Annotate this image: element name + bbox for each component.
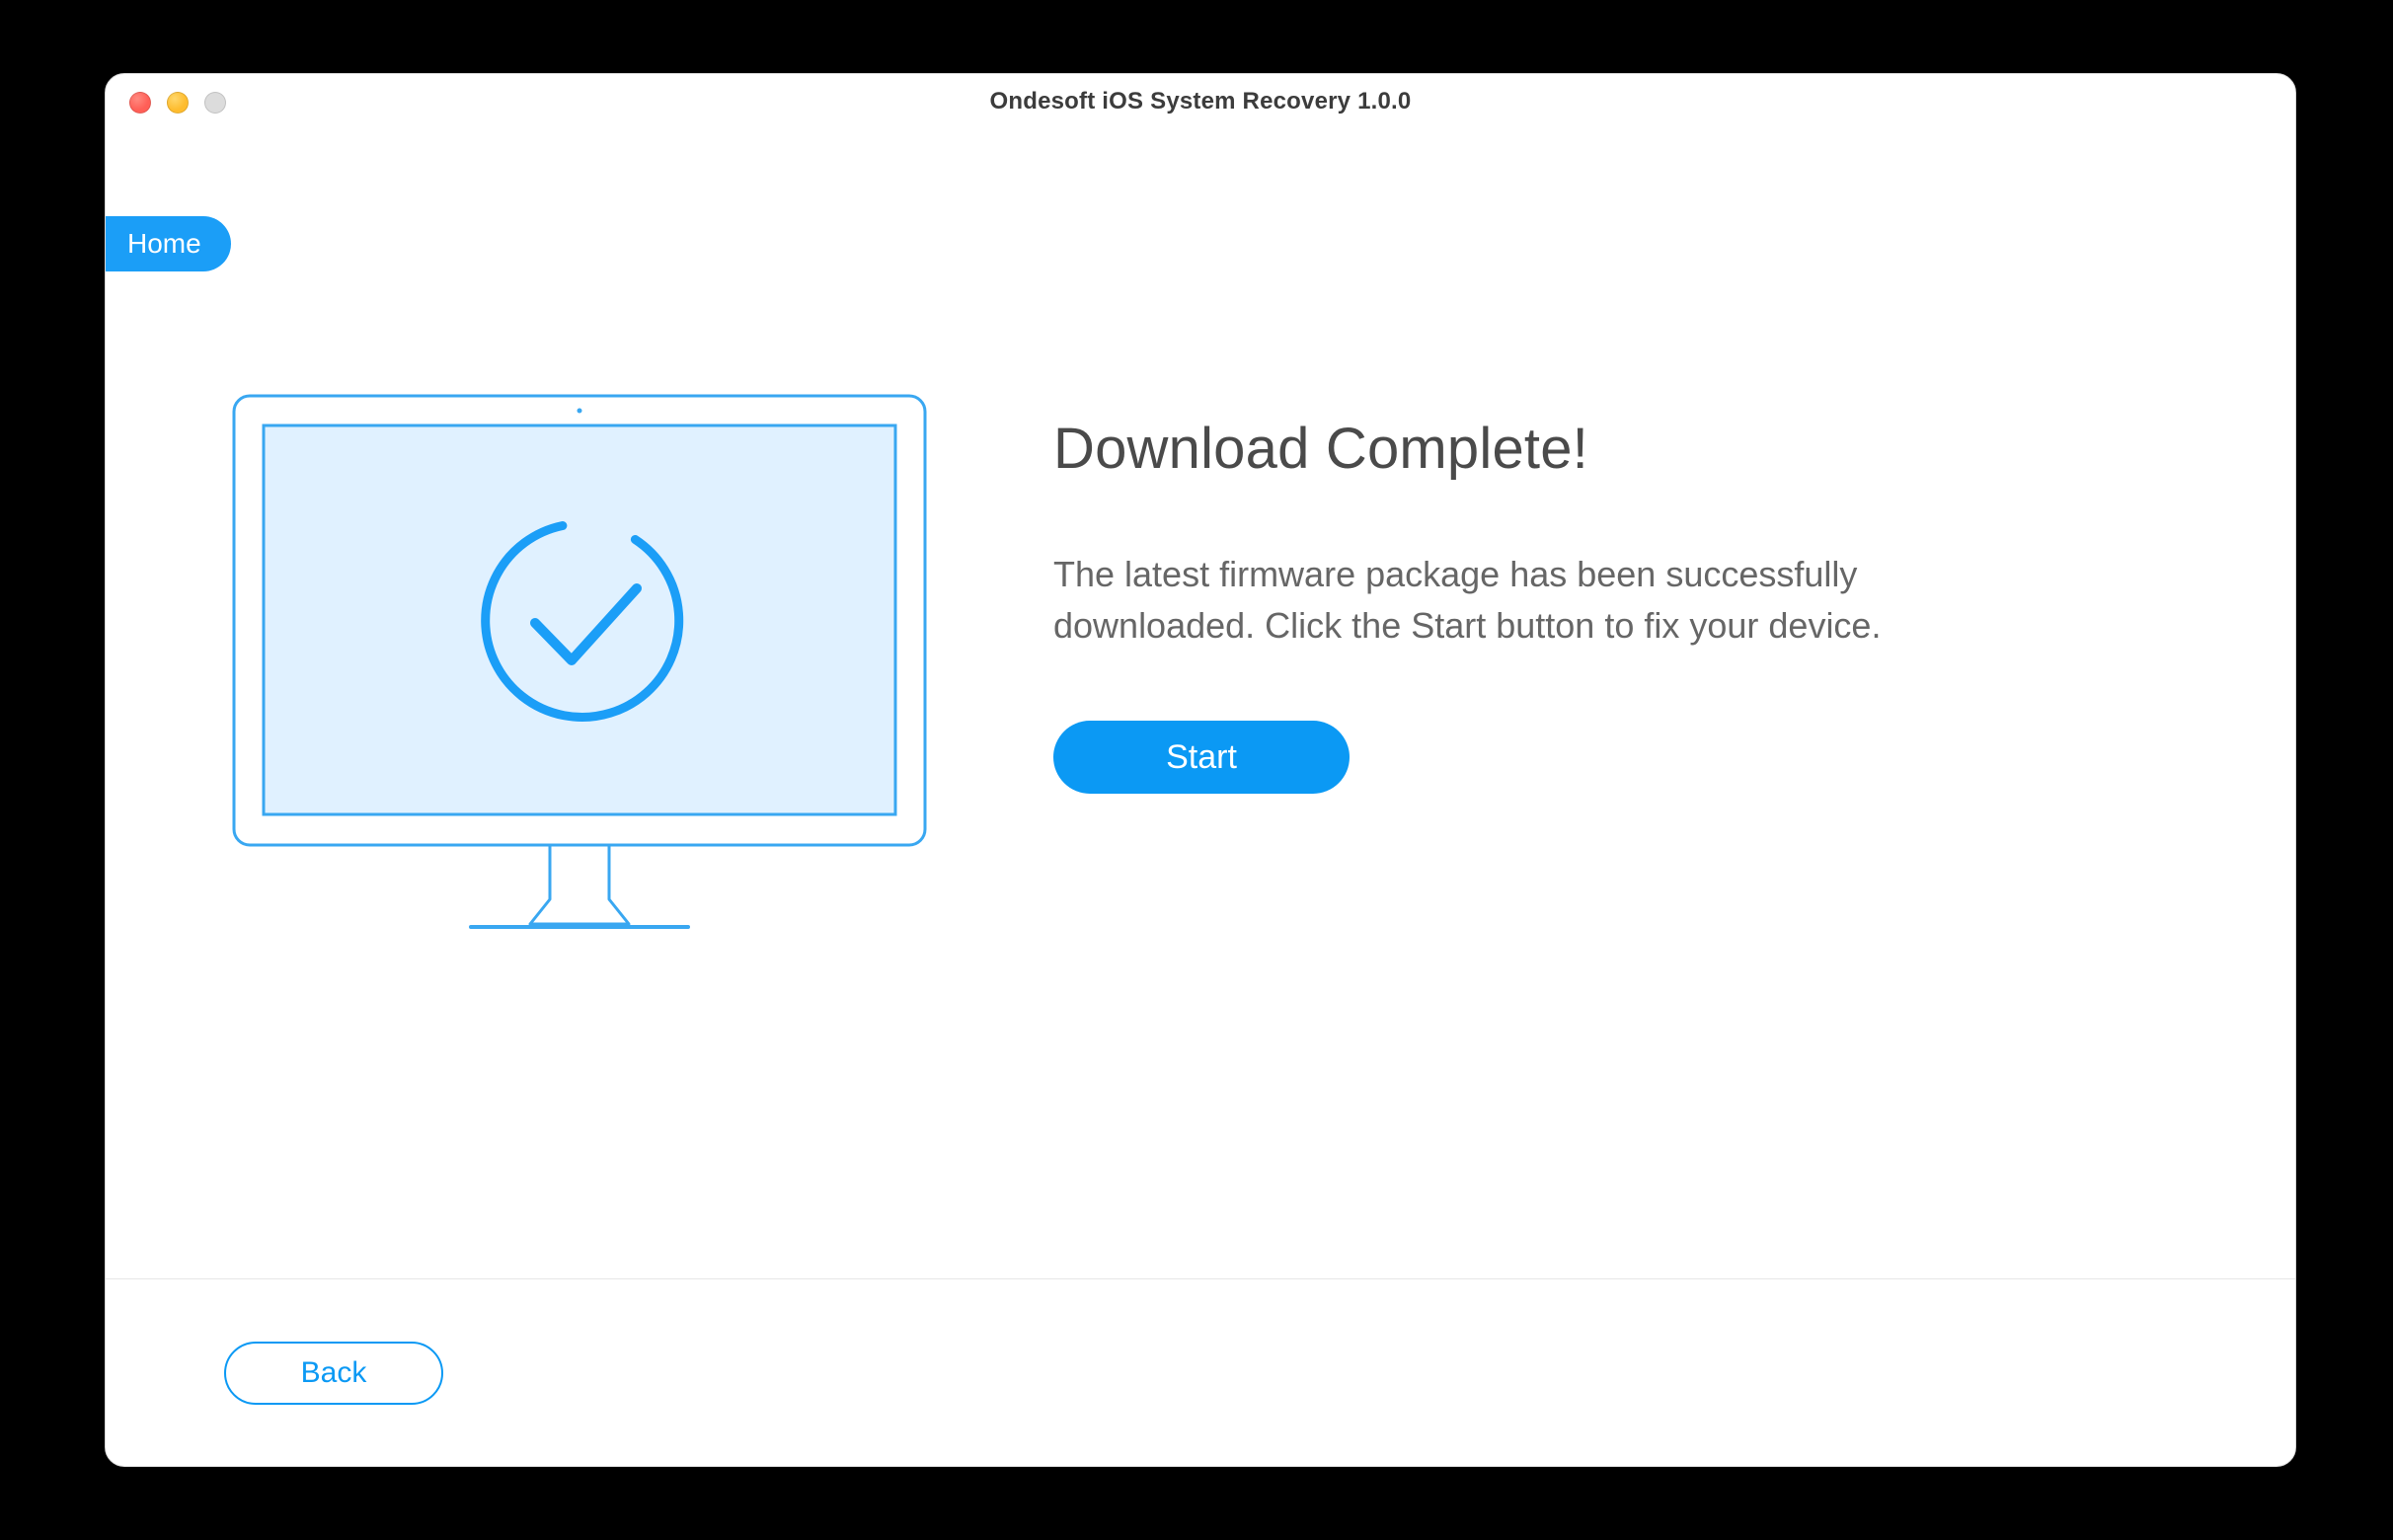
breadcrumb-home-label: Home [127,228,201,260]
back-button[interactable]: Back [224,1342,443,1405]
window-title: Ondesoft iOS System Recovery 1.0.0 [106,74,2295,129]
back-button-label: Back [301,1356,367,1390]
hero: Download Complete! The latest firmware p… [224,386,2177,944]
monitor-check-icon [224,386,935,939]
start-button-label: Start [1166,738,1237,777]
monitor-success-illustration [224,386,935,944]
app-window: Ondesoft iOS System Recovery 1.0.0 Home [105,73,2296,1467]
start-button[interactable]: Start [1053,721,1350,794]
page-heading: Download Complete! [1053,416,2177,482]
copy-block: Download Complete! The latest firmware p… [1053,386,2177,794]
footer: Back [106,1278,2295,1466]
titlebar: Ondesoft iOS System Recovery 1.0.0 [106,74,2295,129]
page-description: The latest firmware package has been suc… [1053,549,2021,652]
content-area: Home [106,129,2295,1278]
breadcrumb-home-tab[interactable]: Home [106,216,231,271]
